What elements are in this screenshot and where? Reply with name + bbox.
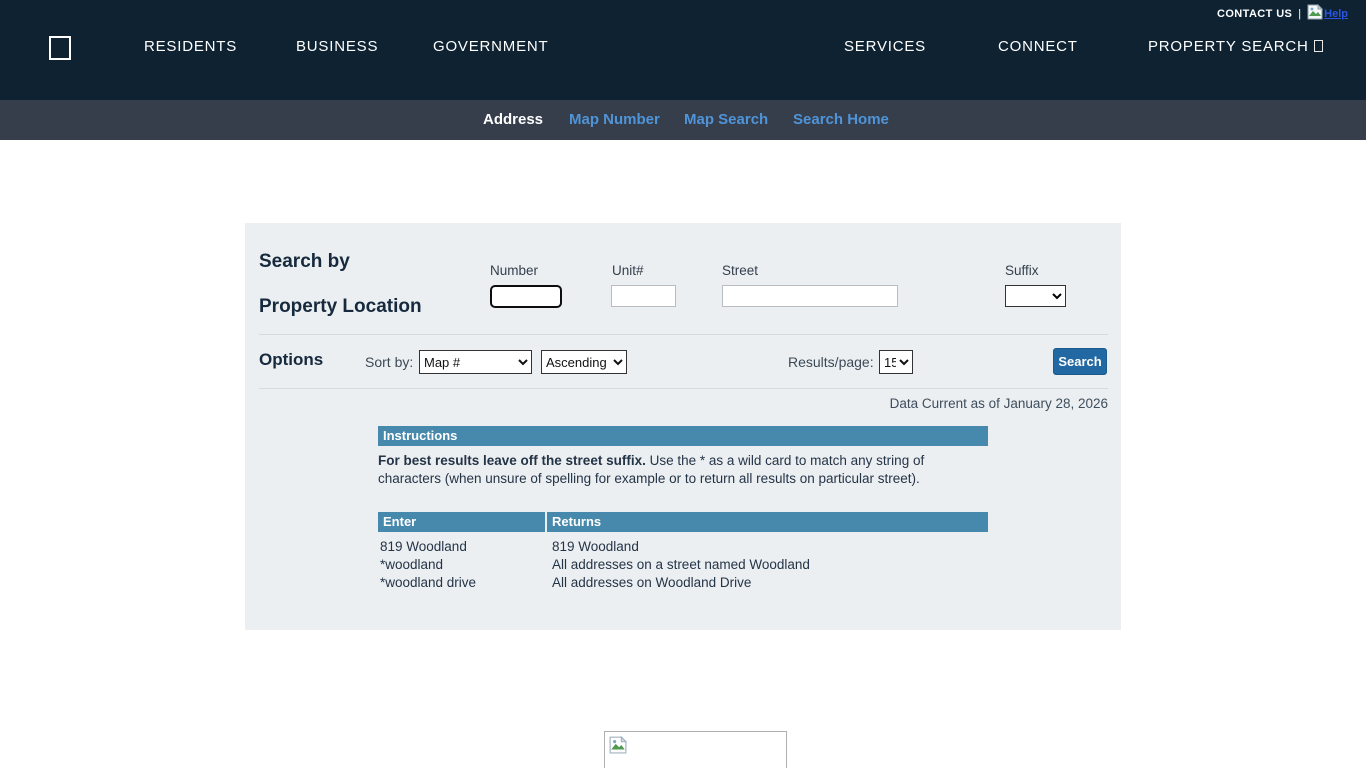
- instructions-header: Instructions: [378, 426, 988, 446]
- missing-glyph-icon: [1314, 40, 1323, 52]
- sort-field-select[interactable]: Map #: [419, 350, 532, 374]
- sort-by-label: Sort by:: [365, 354, 413, 370]
- unit-input[interactable]: [611, 285, 676, 307]
- data-current-text: Data Current as of January 28, 2026: [890, 396, 1108, 411]
- sort-order-select[interactable]: Ascending: [541, 350, 627, 374]
- subnav-tab-map-search[interactable]: Map Search: [684, 100, 768, 140]
- broken-image-icon: [1307, 4, 1323, 25]
- examples-enter-header: Enter: [378, 512, 545, 532]
- nav-item-property-search[interactable]: PROPERTY SEARCH: [1148, 38, 1323, 55]
- nav-item-connect[interactable]: CONNECT: [998, 38, 1078, 55]
- logo-placeholder-icon[interactable]: [49, 36, 71, 60]
- table-row: *woodland drive All addresses on Woodlan…: [378, 574, 988, 592]
- subnav-tab-search-home[interactable]: Search Home: [793, 100, 889, 140]
- top-navigation-bar: CONTACT US | Help RESIDENTS BUSINESS GOV…: [0, 0, 1366, 100]
- nav-item-business[interactable]: BUSINESS: [296, 38, 378, 55]
- examples-returns-header: Returns: [547, 512, 988, 532]
- panel-heading-line1: Search by: [259, 251, 350, 273]
- panel-heading-line2: Property Location: [259, 296, 422, 318]
- examples-table: 819 Woodland 819 Woodland *woodland All …: [378, 538, 988, 592]
- returns-cell: All addresses on a street named Woodland: [547, 556, 810, 574]
- enter-cell: 819 Woodland: [378, 538, 547, 556]
- table-row: *woodland All addresses on a street name…: [378, 556, 988, 574]
- help-link[interactable]: Help: [1307, 4, 1348, 25]
- help-link-label: Help: [1324, 8, 1348, 20]
- table-row: 819 Woodland 819 Woodland: [378, 538, 988, 556]
- search-subnav: Address Map Number Map Search Search Hom…: [0, 100, 1366, 140]
- panel-divider-bottom: [259, 388, 1108, 389]
- nav-item-residents[interactable]: RESIDENTS: [144, 38, 237, 55]
- contact-separator: |: [1298, 8, 1301, 20]
- panel-divider-top: [259, 334, 1108, 335]
- returns-cell: 819 Woodland: [547, 538, 639, 556]
- street-label: Street: [722, 263, 758, 278]
- instructions-text: For best results leave off the street su…: [378, 452, 983, 488]
- returns-cell: All addresses on Woodland Drive: [547, 574, 751, 592]
- options-heading: Options: [259, 350, 323, 370]
- suffix-label: Suffix: [1005, 263, 1039, 278]
- number-input[interactable]: [490, 285, 562, 308]
- street-input[interactable]: [722, 285, 898, 307]
- property-search-panel: Search by Property Location Number Unit#…: [245, 223, 1121, 630]
- subnav-tab-map-number[interactable]: Map Number: [569, 100, 660, 140]
- page-root: CONTACT US | Help RESIDENTS BUSINESS GOV…: [0, 0, 1366, 768]
- contact-us-link[interactable]: CONTACT US: [1217, 8, 1292, 20]
- nav-item-government[interactable]: GOVERNMENT: [433, 38, 549, 55]
- broken-image-icon: [609, 736, 627, 759]
- search-button[interactable]: Search: [1053, 348, 1107, 375]
- instructions-bold-text: For best results leave off the street su…: [378, 453, 646, 468]
- suffix-select[interactable]: [1005, 285, 1066, 307]
- subnav-tab-address[interactable]: Address: [483, 100, 543, 140]
- enter-cell: *woodland drive: [378, 574, 547, 592]
- footer-image-placeholder: [604, 731, 787, 768]
- enter-cell: *woodland: [378, 556, 547, 574]
- contact-row: CONTACT US | Help: [1217, 3, 1348, 25]
- nav-item-services[interactable]: SERVICES: [844, 38, 926, 55]
- results-per-page-label: Results/page:: [788, 354, 874, 370]
- number-label: Number: [490, 263, 538, 278]
- results-per-page-select[interactable]: 15: [879, 350, 913, 374]
- unit-label: Unit#: [612, 263, 644, 278]
